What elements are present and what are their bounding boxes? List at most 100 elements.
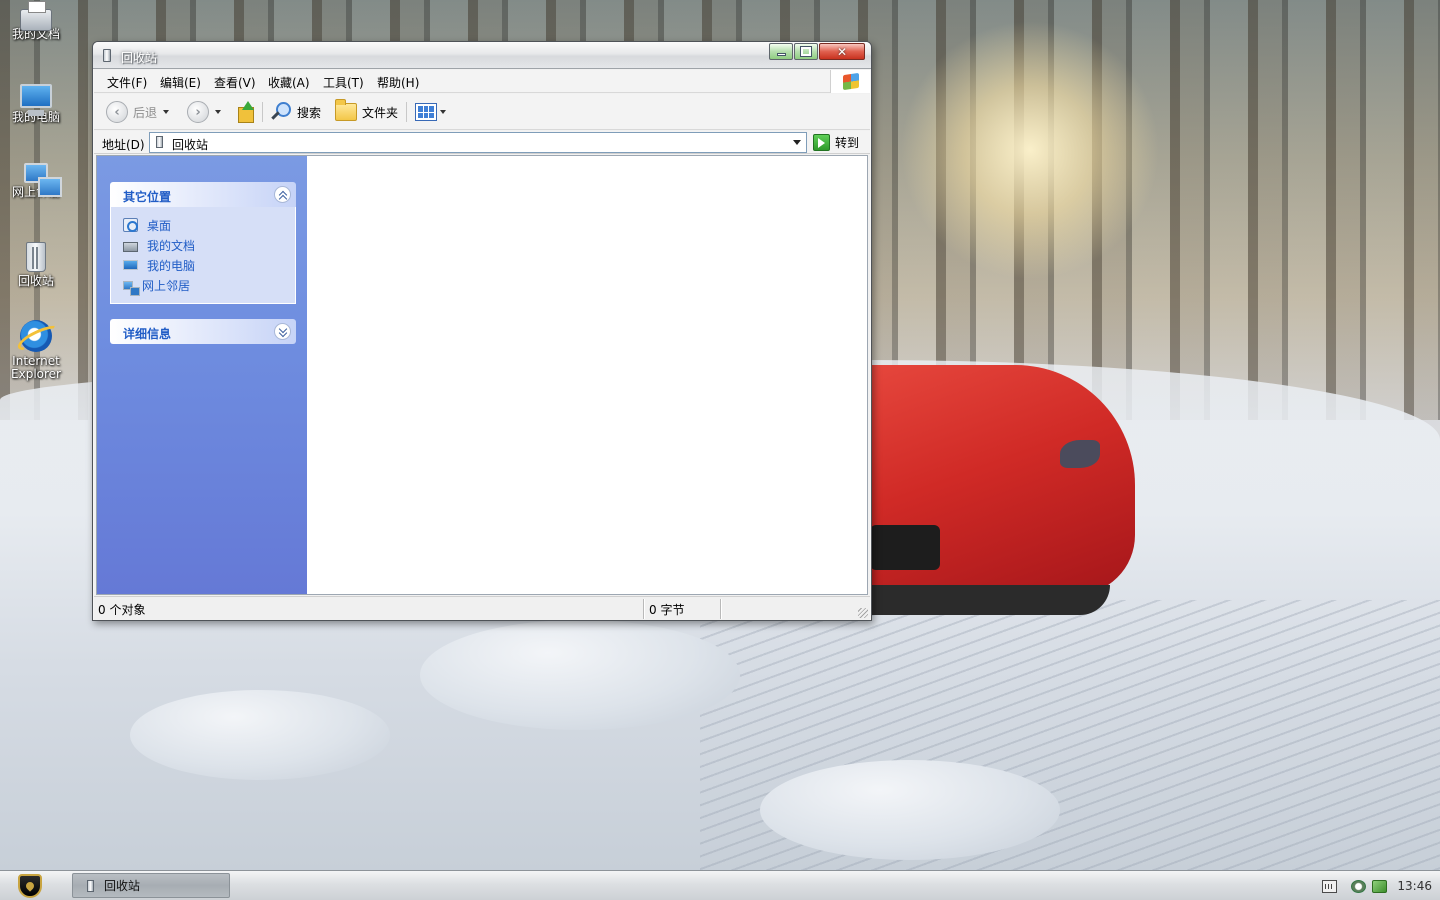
printer-icon [20,1,52,31]
wallpaper-snow-mound [760,760,1060,860]
computer-icon [20,84,52,116]
wallpaper-red-car [860,345,1140,630]
menu-help[interactable]: 帮助(H) [377,74,419,91]
desktop-icon-label-line2: Explorer [11,367,61,381]
place-link-label: 桌面 [147,218,172,233]
folder-icon [335,99,357,121]
place-link-my-documents[interactable]: 我的文档 [123,235,295,255]
network-icon [24,163,62,197]
wallpaper-sunlight [900,20,1160,280]
menu-tools[interactable]: 工具(T) [323,74,364,91]
toolbar-separator [406,102,407,122]
window-controls: ✕ [768,43,865,60]
taskbar-item-recycle-bin[interactable]: 回收站 [72,873,230,898]
views-icon [415,103,437,121]
address-value: 回收站 [172,138,209,152]
keyboard-icon[interactable] [1322,879,1338,893]
menu-file[interactable]: 文件(F) [107,74,147,91]
network-status-icon[interactable] [1372,879,1388,893]
taskbar-item-label: 回收站 [104,879,141,893]
status-separator [643,599,645,619]
place-link-desktop[interactable]: 桌面 [123,215,295,235]
security-icon[interactable] [1351,879,1367,893]
start-button[interactable] [12,873,48,899]
details-panel: 详细信息 [110,319,296,344]
windows-flag-icon [843,72,859,91]
forward-button[interactable]: › [187,100,221,124]
forward-dropdown-icon[interactable] [215,110,221,114]
desktop-icon-internet-explorer[interactable]: Internet Explorer [0,320,72,381]
wallpaper-snow-mound [130,690,390,780]
place-link-label: 我的文档 [147,238,196,253]
minimize-icon [776,53,786,56]
standard-toolbar: ‹ 后退 › 搜索 文件夹 [94,94,870,130]
forward-arrow-icon: › [187,101,209,123]
resize-grip[interactable] [858,608,868,618]
recycle-bin-icon [26,242,46,272]
clock[interactable]: 13:46 [1397,879,1432,893]
status-bar: 0 个对象 0 字节 [94,596,870,620]
desktop-icon [123,218,138,232]
place-link-label: 我的电脑 [147,258,196,273]
status-size: 0 字节 [649,603,685,617]
file-list-area[interactable] [307,156,867,594]
address-input[interactable]: 回收站 [149,132,807,153]
search-label: 搜索 [297,105,322,120]
up-folder-button[interactable] [236,100,256,124]
menu-edit[interactable]: 编辑(E) [160,74,201,91]
desktop-icon-network[interactable]: 网上邻居 [0,163,72,199]
up-folder-icon [236,101,256,123]
desktop-icon-my-computer[interactable]: 我的电脑 [0,84,72,124]
network-places-icon [123,280,140,296]
my-computer-icon [123,260,138,270]
details-header[interactable]: 详细信息 [110,319,296,344]
search-button[interactable]: 搜索 [270,100,321,124]
close-button[interactable]: ✕ [819,43,865,60]
go-label: 转到 [835,136,860,150]
go-arrow-icon [813,134,830,151]
minimize-button[interactable] [769,43,793,60]
maximize-icon [800,46,812,57]
menu-favorites[interactable]: 收藏(A) [268,74,310,91]
desktop-icon-my-documents[interactable]: 我的文档 [0,1,72,41]
expand-icon[interactable] [274,323,291,340]
address-label: 地址(D) [102,138,145,152]
start-logo-icon [18,874,42,898]
recycle-bin-window: 回收站 ✕ 文件(F) 编辑(E) 查看(V) 收藏(A) 工具(T) 帮助(H… [92,41,872,621]
toolbar-separator [262,102,263,122]
maximize-button[interactable] [794,43,818,60]
place-link-label: 网上邻居 [142,278,191,293]
other-places-panel: 其它位置 桌面 我的文档 我的电脑 网上邻居 [110,182,296,304]
explorer-content: 其它位置 桌面 我的文档 我的电脑 网上邻居 详细信息 [96,155,868,595]
back-dropdown-icon[interactable] [163,110,170,114]
menu-view[interactable]: 查看(V) [214,74,256,91]
views-button[interactable] [415,100,446,124]
wallpaper-snow-mound [420,620,740,730]
other-places-header[interactable]: 其它位置 [110,182,296,207]
go-button[interactable]: 转到 [813,133,859,152]
collapse-icon[interactable] [274,186,291,203]
recycle-bin-icon [103,49,111,62]
views-dropdown-icon [440,110,446,114]
status-separator [720,599,722,619]
window-titlebar[interactable]: 回收站 ✕ [93,42,871,69]
recycle-bin-icon [156,136,163,148]
address-bar: 地址(D) 回收站 转到 [94,131,870,154]
desktop-icon-label: 回收站 [17,274,54,288]
other-places-list: 桌面 我的文档 我的电脑 网上邻居 [110,207,296,304]
place-link-my-computer[interactable]: 我的电脑 [123,255,295,275]
back-label: 后退 [133,105,158,120]
close-icon: ✕ [836,44,848,59]
ie-icon [20,320,52,352]
folders-button[interactable]: 文件夹 [335,99,398,124]
details-title: 详细信息 [123,327,172,341]
status-object-count: 0 个对象 [98,603,146,617]
system-tray: 13:46 [1322,871,1440,900]
place-link-network-places[interactable]: 网上邻居 [123,275,295,296]
desktop-icon-recycle-bin[interactable]: 回收站 [0,242,72,288]
recycle-bin-icon [87,879,94,892]
search-icon [270,101,292,123]
back-button[interactable]: ‹ 后退 [106,100,170,124]
address-dropdown-icon[interactable] [790,135,804,150]
back-arrow-icon: ‹ [106,101,128,123]
